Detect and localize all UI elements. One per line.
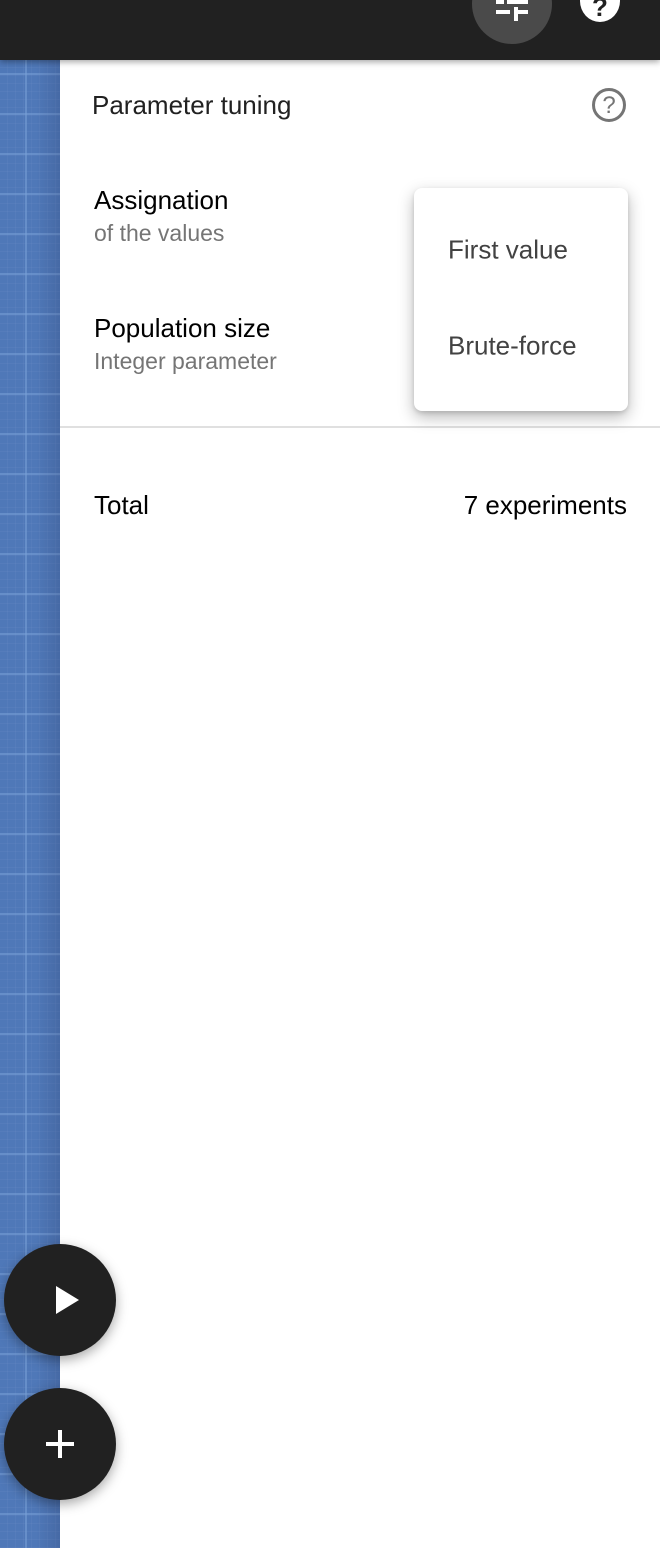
run-button[interactable] (4, 1244, 116, 1356)
menu-item-label: First value (448, 234, 568, 265)
panel-title: Parameter tuning (92, 90, 292, 120)
parameter-name: Assignation (94, 185, 229, 215)
total-value: 7 experiments (463, 490, 627, 520)
menu-item-label: Brute-force (448, 330, 577, 361)
top-app-bar: ? (0, 0, 660, 60)
add-button[interactable] (4, 1388, 116, 1500)
assignation-dropdown-menu: First value Brute-force (414, 188, 628, 411)
plus-icon (46, 1430, 74, 1458)
parameter-name: Population size (94, 313, 271, 343)
help-circle-outline-icon: ? (602, 92, 616, 119)
menu-item-brute-force[interactable]: Brute-force (414, 300, 628, 396)
total-label: Total (94, 490, 149, 520)
parameter-subtitle: of the values (94, 220, 225, 246)
parameter-subtitle: Integer parameter (94, 348, 277, 374)
play-icon (56, 1286, 79, 1314)
parameter-assignation[interactable]: Assignation of the values (94, 184, 228, 250)
menu-item-first-value[interactable]: First value (414, 204, 628, 300)
parameter-population-size[interactable]: Population size Integer parameter (94, 312, 277, 378)
divider (60, 426, 660, 428)
tune-icon (496, 0, 528, 21)
tune-button[interactable] (472, 0, 552, 44)
panel-help-button[interactable]: ? (592, 88, 626, 122)
help-icon: ? (592, 0, 608, 22)
help-button[interactable]: ? (580, 0, 620, 22)
